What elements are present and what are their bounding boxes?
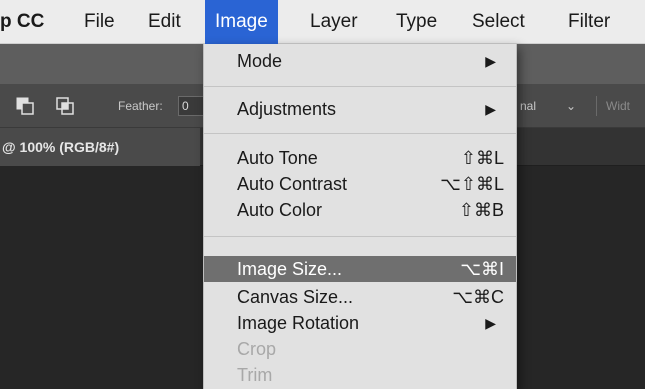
menu-item-label: Image Rotation xyxy=(237,313,360,333)
intersect-selection-icon[interactable] xyxy=(56,97,74,115)
menu-item-label: Mode xyxy=(237,51,283,71)
menu-item-shortcut: ⌥⇧⌘L xyxy=(440,174,504,194)
menu-filter[interactable]: Filter xyxy=(568,0,610,44)
subtract-selection-icon[interactable] xyxy=(16,97,34,115)
menu-item-label: Auto Color xyxy=(237,200,323,220)
menu-item-label: Auto Tone xyxy=(237,148,318,168)
menu-separator xyxy=(204,86,516,87)
menu-item-crop[interactable]: Crop xyxy=(204,336,516,362)
menu-select[interactable]: Select xyxy=(472,0,525,44)
menu-layer[interactable]: Layer xyxy=(310,0,358,44)
document-tab[interactable]: @ 100% (RGB/8#) xyxy=(0,128,200,166)
menu-item-shortcut: ⇧⌘B xyxy=(458,200,504,220)
menu-item-trim[interactable]: Trim xyxy=(204,362,516,388)
menu-type[interactable]: Type xyxy=(396,0,437,44)
menu-item-auto-color[interactable]: Auto Color ⇧⌘B xyxy=(204,197,516,223)
menu-item-canvas-size[interactable]: Canvas Size... ⌥⌘C xyxy=(204,284,516,310)
menu-item-label: Crop xyxy=(237,339,277,359)
chevron-down-icon[interactable]: ⌄ xyxy=(566,84,576,128)
menu-item-shortcut: ⌥⌘I xyxy=(460,259,504,279)
image-menu-dropdown: Mode ▶ Adjustments ▶ Auto Tone ⇧⌘L Auto … xyxy=(203,44,517,389)
menu-item-shortcut: ⇧⌘L xyxy=(460,148,504,168)
width-label: Widt xyxy=(606,99,630,113)
menu-item-adjustments[interactable]: Adjustments ▶ xyxy=(204,96,516,122)
style-select[interactable]: nal xyxy=(520,84,536,128)
menu-app-name[interactable]: p CC xyxy=(0,0,44,44)
menu-item-mode[interactable]: Mode ▶ xyxy=(204,48,516,74)
menu-item-label: Adjustments xyxy=(237,99,337,119)
menu-image[interactable]: Image xyxy=(205,0,278,44)
menu-item-image-rotation[interactable]: Image Rotation ▶ xyxy=(204,310,516,336)
submenu-arrow-icon: ▶ xyxy=(485,101,496,117)
divider xyxy=(596,96,597,116)
submenu-arrow-icon: ▶ xyxy=(485,315,496,331)
submenu-arrow-icon: ▶ xyxy=(485,53,496,69)
menu-item-image-size[interactable]: Image Size... ⌥⌘I xyxy=(204,256,516,282)
menu-item-shortcut: ⌥⌘C xyxy=(452,287,504,307)
menu-separator xyxy=(204,236,516,237)
menu-bar: p CC File Edit Image Layer Type Select F… xyxy=(0,0,645,44)
menu-item-label: Canvas Size... xyxy=(237,287,354,307)
menu-item-label: Image Size... xyxy=(237,259,343,279)
menu-separator xyxy=(204,133,516,134)
feather-label: Feather: xyxy=(118,99,163,113)
menu-file[interactable]: File xyxy=(84,0,115,44)
menu-item-label: Auto Contrast xyxy=(237,174,348,194)
menu-edit[interactable]: Edit xyxy=(148,0,181,44)
menu-item-auto-contrast[interactable]: Auto Contrast ⌥⇧⌘L xyxy=(204,171,516,197)
menu-item-label: Trim xyxy=(237,365,273,385)
menu-item-auto-tone[interactable]: Auto Tone ⇧⌘L xyxy=(204,145,516,171)
